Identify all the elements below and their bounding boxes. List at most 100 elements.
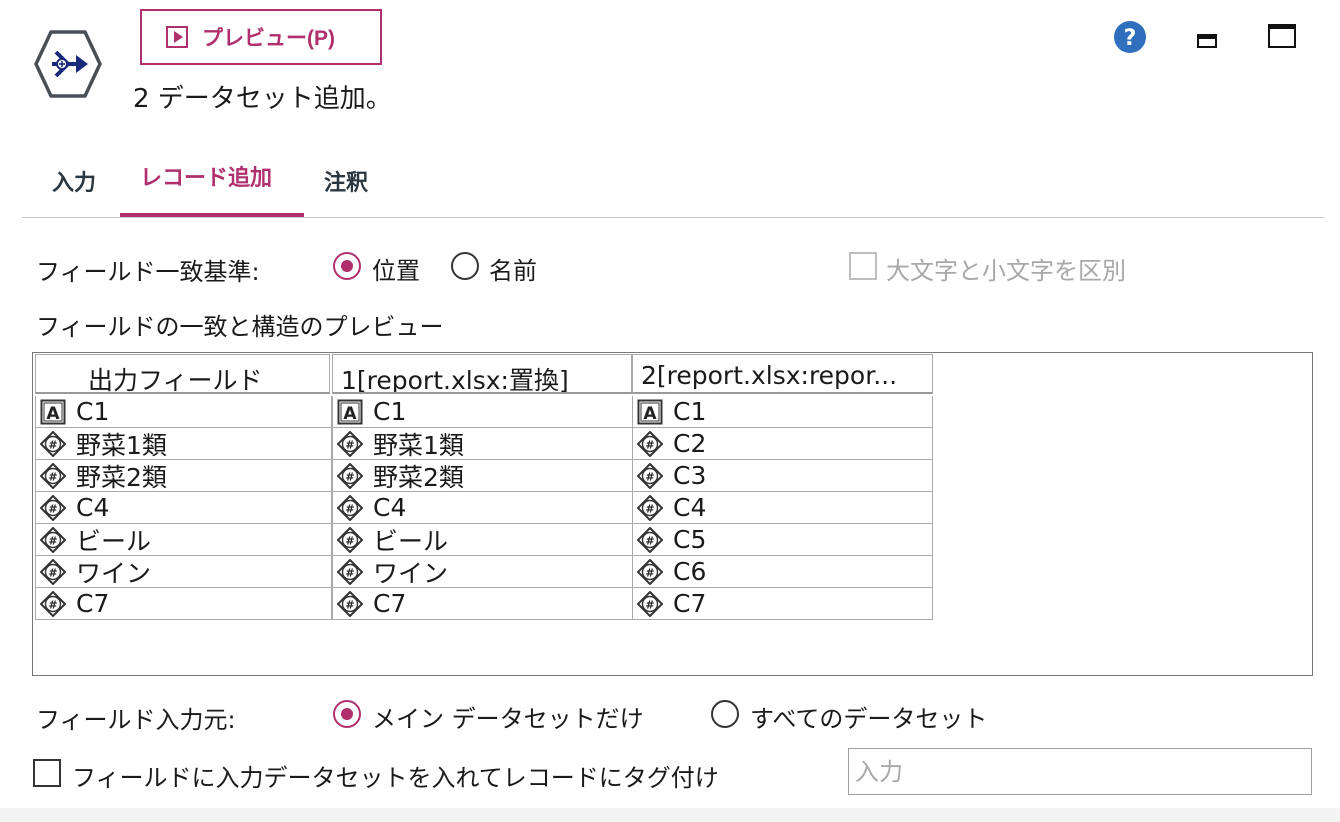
help-icon[interactable]: ?	[1113, 20, 1147, 54]
numeric-icon: #	[336, 558, 364, 585]
svg-text:#: #	[48, 438, 57, 451]
svg-text:#: #	[48, 502, 57, 515]
table-cell[interactable]: # C3	[632, 460, 933, 492]
svg-text:#: #	[645, 534, 654, 547]
table-cell[interactable]: # ビール	[332, 524, 633, 556]
match-position-radio[interactable]	[333, 252, 361, 280]
svg-text:#: #	[345, 470, 354, 483]
table-cell[interactable]: # C4	[332, 492, 633, 524]
source-main-radio[interactable]	[333, 700, 361, 728]
table-cell-text: 野菜1類	[373, 430, 464, 460]
svg-text:#: #	[345, 598, 354, 611]
table-cell-text: C2	[673, 429, 707, 458]
table-cell-text: ワイン	[76, 558, 152, 588]
table-cell[interactable]: # C4	[632, 492, 933, 524]
tab-append-records[interactable]: レコード追加	[140, 160, 272, 192]
source-all-label: すべてのデータセット	[750, 705, 988, 733]
table-cell-text: C1	[373, 397, 407, 426]
table-cell[interactable]: # C7	[632, 588, 933, 620]
table-cell[interactable]: # C4	[35, 492, 332, 524]
table-cell[interactable]: # 野菜1類	[35, 428, 332, 460]
numeric-icon: #	[336, 494, 364, 521]
table-cell-text: C7	[76, 589, 110, 618]
svg-text:?: ?	[1124, 26, 1137, 51]
table-cell-text: C3	[673, 461, 707, 490]
preview-button-label: プレビュー(P)	[202, 27, 335, 50]
table-cell[interactable]: # C5	[632, 524, 933, 556]
table-cell[interactable]: # C7	[35, 588, 332, 620]
tag-records-checkbox[interactable]	[33, 759, 61, 787]
table-cell[interactable]: # 野菜2類	[332, 460, 633, 492]
table-cell[interactable]: # C6	[632, 556, 933, 588]
numeric-icon: #	[636, 494, 664, 521]
numeric-icon: #	[39, 494, 67, 521]
column-header-output[interactable]: 出力フィールド	[35, 354, 330, 394]
numeric-icon: #	[39, 590, 67, 617]
svg-text:#: #	[48, 470, 57, 483]
numeric-icon: #	[636, 558, 664, 585]
column-header-input-2[interactable]: 2[report.xlsx:repor...	[632, 354, 933, 394]
table-cell[interactable]: # C7	[332, 588, 633, 620]
table-cell-text: ビール	[76, 526, 152, 556]
match-criteria-label: フィールド一致基準:	[36, 258, 260, 286]
preview-button[interactable]: プレビュー(P)	[140, 9, 382, 65]
table-cell-text: C4	[373, 493, 407, 522]
svg-text:#: #	[48, 566, 57, 579]
source-all-radio[interactable]	[711, 700, 739, 728]
table-cell[interactable]: # 野菜1類	[332, 428, 633, 460]
match-position-label: 位置	[372, 257, 420, 285]
numeric-icon: #	[636, 430, 664, 457]
case-sensitive-checkbox[interactable]	[849, 252, 877, 280]
case-sensitive-label: 大文字と小文字を区別	[886, 257, 1126, 285]
tag-field-input[interactable]	[848, 748, 1312, 795]
svg-text:#: #	[345, 534, 354, 547]
table-cell[interactable]: # C2	[632, 428, 933, 460]
svg-text:#: #	[645, 438, 654, 451]
table-cell-text: C6	[673, 557, 707, 586]
node-subtitle: 2 データセット追加。	[133, 84, 392, 114]
table-cell[interactable]: A C1	[332, 396, 633, 428]
table-cell-text: ワイン	[373, 558, 449, 588]
table-cell-text: C1	[673, 397, 707, 426]
footer-strip	[0, 808, 1340, 822]
tag-records-label: フィールドに入力データセットを入れてレコードにタグ付け	[72, 764, 719, 792]
table-cell-text: 野菜2類	[373, 462, 464, 492]
table-cell[interactable]: A C1	[35, 396, 332, 428]
maximize-icon[interactable]	[1268, 24, 1296, 48]
table-cell-text: 野菜2類	[76, 462, 167, 492]
table-cell-text: C1	[76, 397, 110, 426]
string-icon: A	[40, 399, 66, 425]
table-cell-text: 野菜1類	[76, 430, 167, 460]
table-cell[interactable]: # ワイン	[332, 556, 633, 588]
table-cell[interactable]: # 野菜2類	[35, 460, 332, 492]
numeric-icon: #	[336, 526, 364, 553]
table-cell-text: C7	[673, 589, 707, 618]
match-name-radio[interactable]	[451, 252, 479, 280]
minimize-icon[interactable]	[1197, 34, 1217, 48]
svg-text:#: #	[48, 598, 57, 611]
field-source-label: フィールド入力元:	[36, 706, 236, 734]
field-preview-table[interactable]: 出力フィールド 1[report.xlsx:置換] 2[report.xlsx:…	[32, 352, 1313, 676]
numeric-icon: #	[336, 462, 364, 489]
table-cell-text: C4	[673, 493, 707, 522]
tab-input[interactable]: 入力	[52, 165, 96, 197]
svg-text:#: #	[345, 438, 354, 451]
source-main-label: メイン データセットだけ	[372, 705, 644, 733]
table-cell[interactable]: # ワイン	[35, 556, 332, 588]
svg-text:#: #	[645, 470, 654, 483]
svg-text:#: #	[645, 566, 654, 579]
tab-divider	[22, 217, 1324, 218]
string-icon: A	[337, 399, 363, 425]
match-name-label: 名前	[489, 257, 537, 285]
numeric-icon: #	[636, 590, 664, 617]
column-header-input-1[interactable]: 1[report.xlsx:置換]	[332, 354, 632, 394]
table-cell-text: ビール	[373, 526, 449, 556]
numeric-icon: #	[636, 526, 664, 553]
table-cell[interactable]: # ビール	[35, 524, 332, 556]
table-cell[interactable]: A C1	[632, 396, 933, 428]
svg-text:A: A	[643, 404, 657, 424]
svg-text:A: A	[46, 404, 60, 424]
svg-text:#: #	[645, 598, 654, 611]
tab-annotations[interactable]: 注釈	[324, 165, 368, 197]
svg-text:#: #	[645, 502, 654, 515]
